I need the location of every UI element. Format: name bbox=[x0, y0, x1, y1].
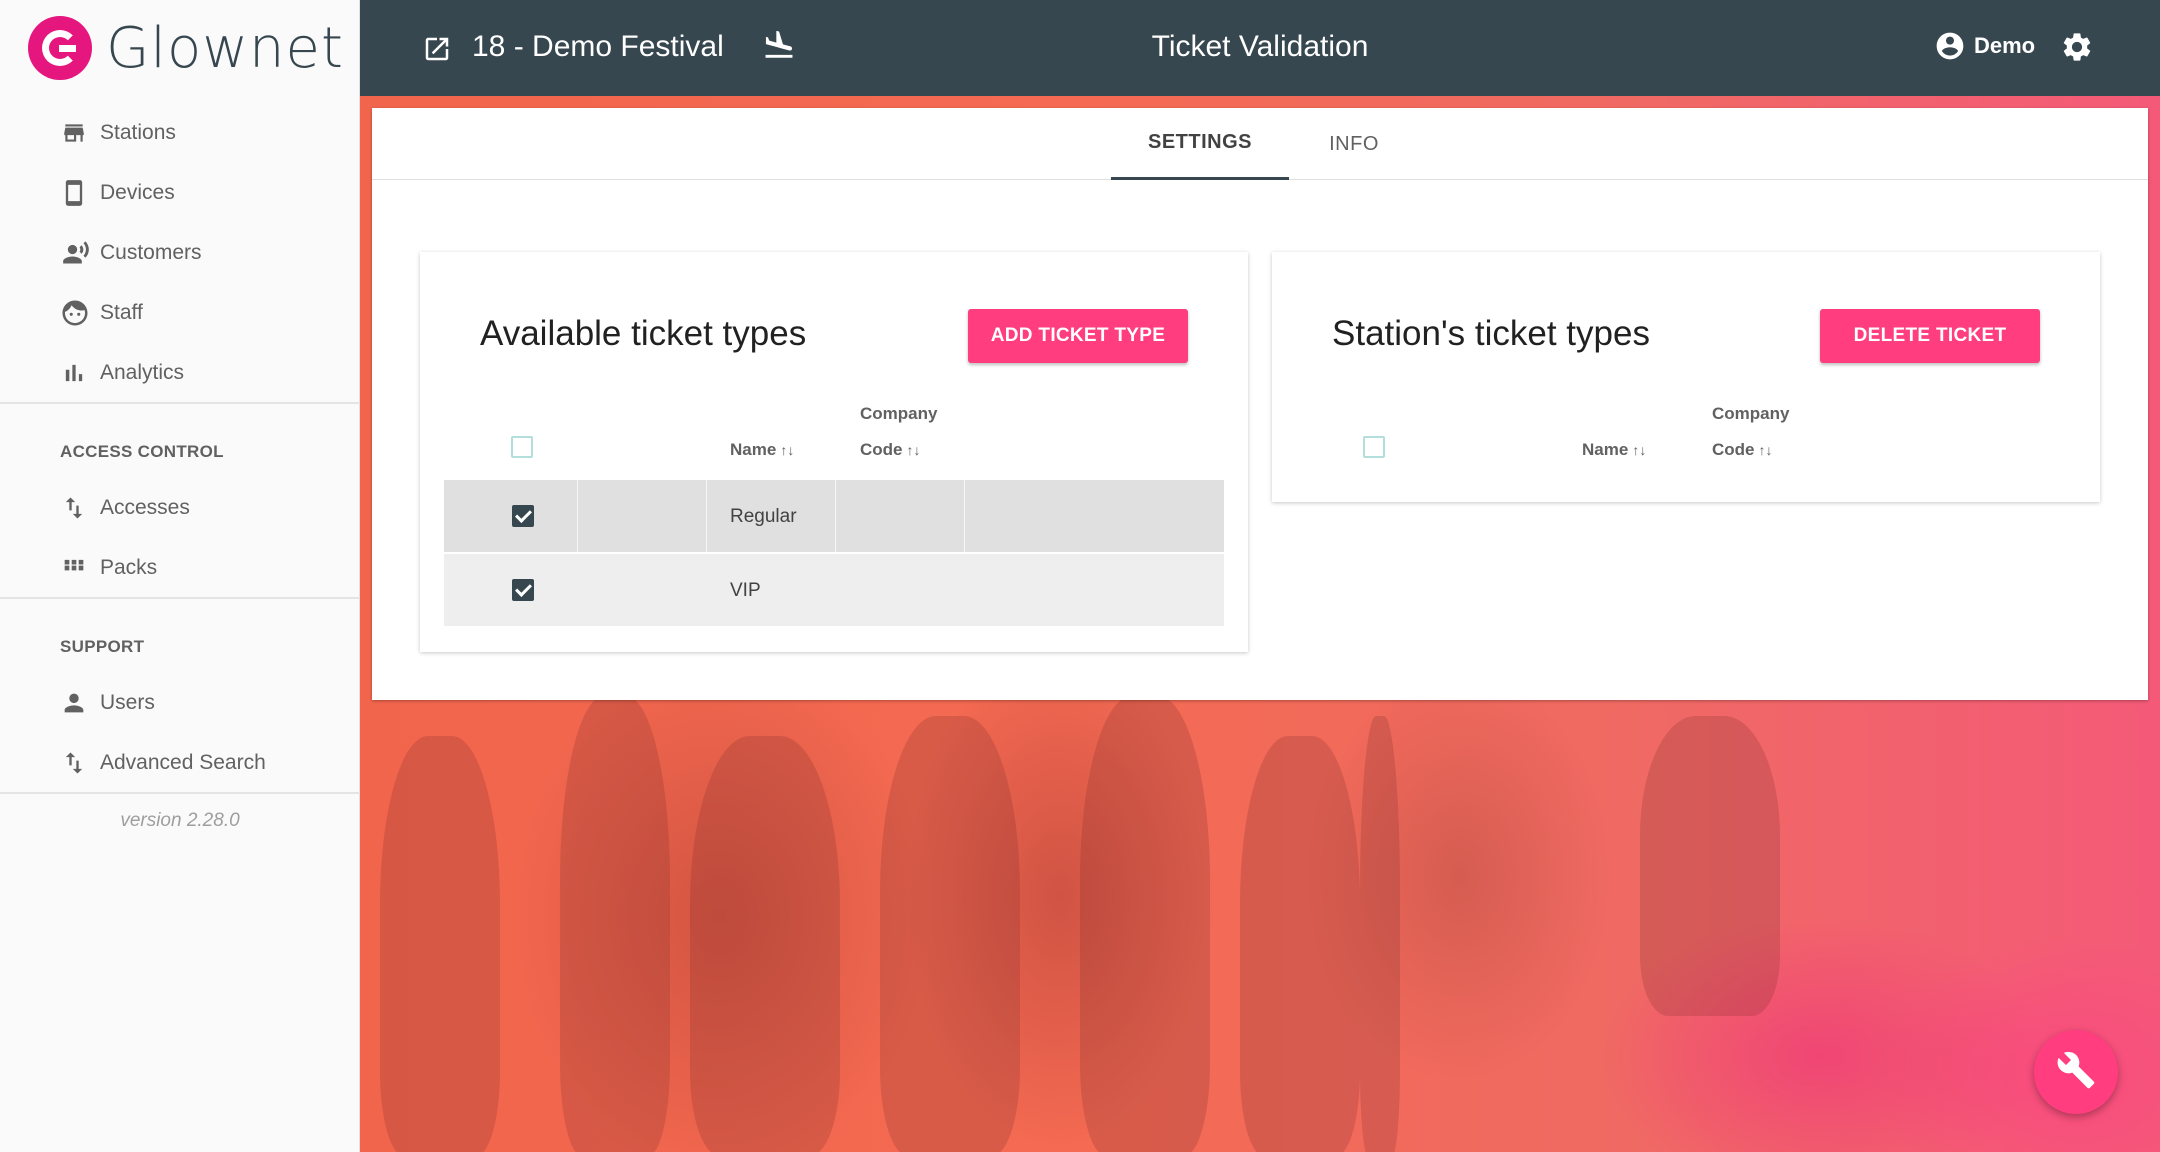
sort-icon: ↑↓ bbox=[1632, 442, 1647, 458]
customers-voice-icon bbox=[60, 239, 94, 267]
column-header-label: Code bbox=[860, 440, 903, 459]
sidebar-item-accesses[interactable]: Accesses bbox=[60, 488, 190, 528]
ticket-name: Regular bbox=[730, 506, 797, 527]
section-title-support: SUPPORT bbox=[60, 637, 145, 656]
crowd-figure bbox=[380, 736, 500, 1152]
sidebar-item-advanced-search[interactable]: Advanced Search bbox=[60, 743, 266, 783]
bar-chart-icon bbox=[60, 359, 94, 387]
cell-divider bbox=[706, 480, 707, 552]
panel-title: Station's ticket types bbox=[1332, 314, 1650, 353]
cell-divider bbox=[964, 480, 965, 552]
sidebar-item-customers[interactable]: Customers bbox=[60, 233, 202, 273]
nav-divider bbox=[0, 597, 360, 599]
select-all-checkbox[interactable] bbox=[511, 436, 533, 458]
top-bar: 18 - Demo Festival Ticket Validation Dem… bbox=[360, 0, 2160, 96]
sidebar-item-staff[interactable]: Staff bbox=[60, 293, 143, 333]
sidebar-item-label: Advanced Search bbox=[100, 751, 266, 774]
smartphone-icon bbox=[60, 178, 94, 208]
sort-icon: ↑↓ bbox=[780, 442, 795, 458]
apps-grid-icon bbox=[60, 554, 94, 582]
select-all-checkbox[interactable] bbox=[1363, 436, 1385, 458]
person-icon bbox=[60, 689, 94, 717]
user-menu[interactable]: Demo bbox=[1934, 30, 2035, 62]
brand-name: Glownet bbox=[106, 15, 344, 81]
sort-icon: ↑↓ bbox=[1758, 442, 1773, 458]
table-row[interactable]: Regular bbox=[444, 480, 1224, 552]
panel-title: Available ticket types bbox=[480, 314, 807, 353]
crowd-figure bbox=[1080, 696, 1210, 1152]
sidebar-item-users[interactable]: Users bbox=[60, 683, 155, 723]
gear-icon[interactable] bbox=[2060, 30, 2094, 69]
crowd-figure bbox=[690, 736, 840, 1152]
open-in-new-icon[interactable] bbox=[422, 34, 452, 69]
station-ticket-types-panel: Station's ticket types DELETE TICKET Nam… bbox=[1272, 252, 2100, 502]
sidebar-item-label: Customers bbox=[100, 241, 202, 264]
sidebar-item-label: Staff bbox=[100, 301, 143, 324]
column-header-label: Name bbox=[730, 440, 777, 459]
nav-divider bbox=[0, 792, 360, 794]
store-icon bbox=[60, 120, 94, 146]
tab-settings[interactable]: SETTINGS bbox=[1111, 108, 1289, 180]
cell-divider bbox=[577, 480, 578, 552]
add-ticket-type-button[interactable]: ADD TICKET TYPE bbox=[968, 309, 1188, 363]
column-header-name[interactable]: Name ↑↓ bbox=[1582, 440, 1646, 460]
user-name: Demo bbox=[1974, 33, 2036, 58]
column-header-name[interactable]: Name ↑↓ bbox=[730, 440, 794, 460]
sidebar-item-label: Stations bbox=[100, 121, 176, 144]
column-header-label: Name bbox=[1582, 440, 1629, 459]
sort-icon: ↑↓ bbox=[906, 442, 921, 458]
sidebar-item-packs[interactable]: Packs bbox=[60, 548, 157, 588]
glownet-logo-icon bbox=[28, 16, 92, 80]
nav-divider bbox=[0, 402, 360, 404]
sidebar-item-analytics[interactable]: Analytics bbox=[60, 353, 184, 393]
row-checkbox[interactable] bbox=[512, 579, 534, 601]
cell-divider bbox=[835, 480, 836, 552]
account-circle-icon bbox=[1934, 30, 1966, 62]
tools-fab-button[interactable] bbox=[2034, 1030, 2118, 1114]
brand-logo[interactable]: Glownet bbox=[28, 14, 344, 82]
sidebar-item-label: Packs bbox=[100, 556, 158, 579]
crowd-figure bbox=[1360, 716, 1400, 1152]
table-row[interactable]: VIP bbox=[444, 554, 1224, 626]
sidebar-item-label: Accesses bbox=[100, 496, 190, 519]
sidebar-item-stations[interactable]: Stations bbox=[60, 113, 176, 153]
column-header-label: Code bbox=[1712, 440, 1755, 459]
sidebar: Glownet Stations Devices Customers Staff… bbox=[0, 0, 360, 1152]
tab-bar: SETTINGS INFO bbox=[372, 108, 2148, 180]
crowd-figure bbox=[1240, 736, 1360, 1152]
sidebar-item-devices[interactable]: Devices bbox=[60, 173, 175, 213]
sidebar-item-label: Devices bbox=[100, 181, 175, 204]
available-ticket-types-panel: Available ticket types ADD TICKET TYPE N… bbox=[420, 252, 1248, 652]
column-header-company-line1: Company bbox=[1712, 404, 1790, 423]
tab-info[interactable]: INFO bbox=[1289, 108, 1419, 180]
app-version: version 2.28.0 bbox=[120, 810, 240, 831]
row-checkbox[interactable] bbox=[512, 505, 534, 527]
swap-vertical-icon bbox=[60, 749, 94, 777]
crowd-figure bbox=[560, 696, 670, 1152]
column-header-company-code[interactable]: Code ↑↓ bbox=[1712, 440, 1773, 460]
sidebar-item-label: Users bbox=[100, 691, 155, 714]
wrench-icon bbox=[2056, 1050, 2096, 1095]
swap-vertical-icon bbox=[60, 494, 94, 522]
event-name[interactable]: 18 - Demo Festival bbox=[472, 30, 724, 64]
crowd-figure bbox=[1640, 716, 1780, 1016]
face-icon bbox=[60, 298, 94, 328]
main-card: SETTINGS INFO Available ticket types ADD… bbox=[372, 108, 2148, 700]
column-header-company-line1: Company bbox=[860, 404, 938, 423]
delete-ticket-button[interactable]: DELETE TICKET bbox=[1820, 309, 2040, 363]
column-header-company-code[interactable]: Code ↑↓ bbox=[860, 440, 921, 460]
crowd-figure bbox=[880, 716, 1020, 1152]
ticket-name: VIP bbox=[730, 580, 761, 601]
section-title-access-control: ACCESS CONTROL bbox=[60, 442, 224, 461]
flight-land-icon[interactable] bbox=[762, 28, 796, 67]
sidebar-item-label: Analytics bbox=[100, 361, 185, 384]
